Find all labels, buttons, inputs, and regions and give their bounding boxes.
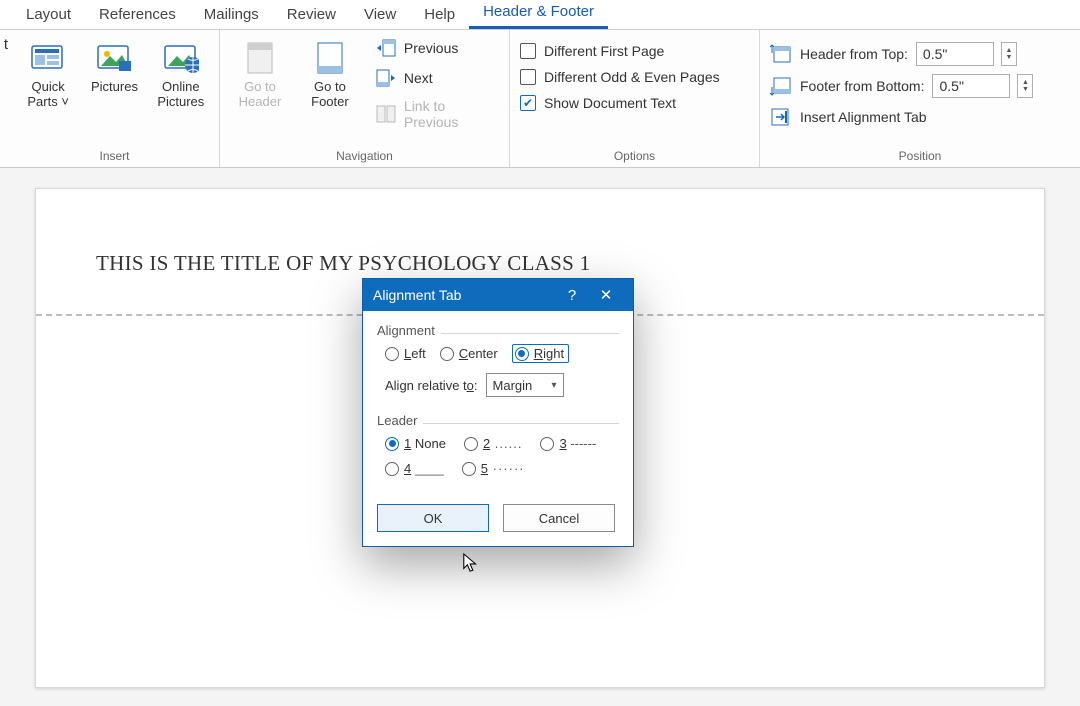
ok-button[interactable]: OK [377,504,489,532]
menu-tabs: Layout References Mailings Review View H… [0,0,1080,30]
link-previous-icon [376,104,396,124]
show-document-text-label: Show Document Text [544,95,676,111]
chevron-down-icon: ▾ [551,380,556,391]
header-from-top-spinner[interactable]: ▲▼ [1001,42,1017,66]
checkbox-checked-icon: ✔ [520,95,536,111]
pictures-button[interactable]: Pictures [86,36,142,99]
goto-footer-icon [312,40,348,76]
leader-section-label: Leader [377,413,417,428]
tab-header-footer[interactable]: Header & Footer [469,0,608,29]
radio-leader-5[interactable]: 5 [462,461,525,476]
goto-header-label: Go to Header [232,80,288,110]
footer-from-bottom-spinner[interactable]: ▲▼ [1017,74,1033,98]
dialog-close-button[interactable]: ✕ [589,286,623,304]
dialog-title: Alignment Tab [373,287,461,303]
goto-footer-label: Go to Footer [302,80,358,110]
pictures-label: Pictures [91,80,138,95]
group-position-label: Position [770,149,1070,165]
align-relative-value: Margin [493,378,533,393]
header-text[interactable]: THIS IS THE TITLE OF MY PSYCHOLOGY CLASS… [96,251,590,276]
pictures-icon [96,40,132,76]
group-insert-label: Insert [20,149,209,165]
cancel-button[interactable]: Cancel [503,504,615,532]
align-relative-combo[interactable]: Margin ▾ [486,373,564,397]
footer-from-bottom-row: Footer from Bottom: 0.5" ▲▼ [770,72,1033,100]
radio-leader-1-none[interactable]: 1 None [385,436,446,451]
online-pictures-icon [163,40,199,76]
header-from-top-row: Header from Top: 0.5" ▲▼ [770,40,1017,68]
previous-button[interactable]: Previous [376,36,499,60]
goto-header-button: Go to Header [230,36,290,114]
different-first-page-label: Different First Page [544,43,664,59]
group-insert: Quick Parts ˅ Pictures Online Pictures I… [10,30,220,167]
next-icon [376,68,396,88]
cropped-fragment: t [0,30,10,167]
quick-parts-icon [30,40,66,76]
radio-align-left[interactable]: Left [385,346,426,361]
radio-leader-2[interactable]: 2 [464,436,523,451]
previous-label: Previous [404,40,458,56]
alignment-tab-dialog: Alignment Tab ? ✕ Alignment Left Center … [362,278,634,547]
checkbox-different-odd-even[interactable]: Different Odd & Even Pages [520,66,720,88]
tab-layout[interactable]: Layout [12,2,85,29]
alignment-section-label: Alignment [377,323,435,338]
link-previous-button: Link to Previous [376,96,499,132]
checkbox-show-document-text[interactable]: ✔ Show Document Text [520,92,676,114]
link-previous-label: Link to Previous [404,98,499,130]
group-navigation: Go to Header Go to Footer Previous Next [220,30,510,167]
radio-leader-3[interactable]: 3 [540,436,596,451]
checkbox-icon [520,69,536,85]
radio-leader-4[interactable]: 4 [385,461,444,476]
online-pictures-button[interactable]: Online Pictures [153,36,209,114]
next-button[interactable]: Next [376,66,499,90]
dialog-titlebar[interactable]: Alignment Tab ? ✕ [363,279,633,311]
group-navigation-label: Navigation [230,149,499,165]
goto-footer-button[interactable]: Go to Footer [300,36,360,114]
group-options-label: Options [520,149,749,165]
different-odd-even-label: Different Odd & Even Pages [544,69,720,85]
quick-parts-button[interactable]: Quick Parts ˅ [20,36,76,114]
quick-parts-label: Quick Parts ˅ [22,80,74,110]
footer-from-bottom-label: Footer from Bottom: [800,78,924,94]
tab-help[interactable]: Help [410,2,469,29]
insert-alignment-tab-icon [770,106,792,128]
checkbox-different-first-page[interactable]: Different First Page [520,40,664,62]
tab-view[interactable]: View [350,2,410,29]
tab-mailings[interactable]: Mailings [190,2,273,29]
footer-from-bottom-icon [770,75,792,97]
group-position: Header from Top: 0.5" ▲▼ Footer from Bot… [760,30,1080,167]
insert-alignment-tab-label: Insert Alignment Tab [800,109,927,125]
ribbon: t Quick Parts ˅ Pictures Online Pictures [0,30,1080,168]
goto-header-icon [242,40,278,76]
group-options: Different First Page Different Odd & Eve… [510,30,760,167]
header-from-top-label: Header from Top: [800,46,908,62]
header-from-top-input[interactable]: 0.5" [916,42,994,66]
online-pictures-label: Online Pictures [155,80,207,110]
footer-from-bottom-input[interactable]: 0.5" [932,74,1010,98]
checkbox-icon [520,43,536,59]
previous-icon [376,38,396,58]
next-label: Next [404,70,433,86]
insert-alignment-tab-button[interactable]: Insert Alignment Tab [770,104,927,130]
header-from-top-icon [770,43,792,65]
align-relative-label: Align relative to: [385,378,478,393]
tab-review[interactable]: Review [273,2,350,29]
dialog-help-button[interactable]: ? [555,287,589,304]
tab-references[interactable]: References [85,2,190,29]
radio-align-right[interactable]: Right [512,344,569,363]
radio-align-center[interactable]: Center [440,346,498,361]
